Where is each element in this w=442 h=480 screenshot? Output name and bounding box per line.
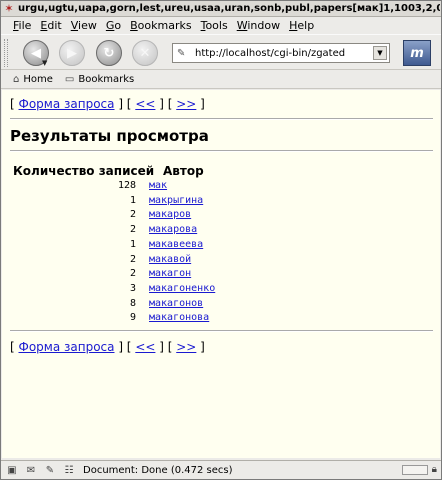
home-icon: ⌂	[13, 73, 20, 85]
menu-go[interactable]: Go	[106, 19, 121, 32]
table-row: 2 макаров	[2, 209, 440, 223]
home-label: Home	[23, 73, 53, 85]
page-content: [ Форма запроса ] [ << ] [ >> ] Результа…	[2, 90, 440, 458]
record-count: 8	[129, 297, 136, 309]
stop-button[interactable]: ✕	[132, 40, 158, 66]
bookmarks-button[interactable]: ▭ Bookmarks	[65, 74, 134, 85]
forward-button[interactable]: ▶	[59, 40, 85, 66]
table-row: 3 макагоненко	[2, 283, 440, 297]
next-page-link[interactable]: >>	[176, 97, 196, 111]
record-count: 2	[129, 268, 136, 280]
menu-bookmarks[interactable]: Bookmarks	[130, 19, 191, 32]
back-arrow-icon: ◀	[31, 45, 41, 61]
result-nav-bottom: [ Форма запроса ] [ << ] [ >> ]	[10, 340, 205, 354]
table-row: 128 мак	[2, 180, 440, 194]
table-row: 2 макавой	[2, 254, 440, 268]
next-page-link[interactable]: >>	[176, 340, 196, 354]
menu-tools[interactable]: Tools	[201, 19, 228, 32]
menu-edit[interactable]: Edit	[40, 19, 61, 32]
url-bar[interactable]: ✎ http://localhost/cgi-bin/zgated ▼	[172, 43, 390, 63]
table-row: 9 макагонова	[2, 312, 440, 326]
page-icon: ✎	[177, 47, 186, 59]
browser-window: ✶ urgu,ugtu,uapa,gorn,lest,ureu,usaa,ura…	[0, 0, 442, 480]
menu-view[interactable]: View	[71, 19, 97, 32]
column-header-count: Количество записей	[13, 164, 155, 178]
address-book-icon[interactable]: ☷	[61, 463, 77, 477]
query-form-link[interactable]: Форма запроса	[19, 97, 115, 111]
page-title: Результаты просмотра	[10, 127, 209, 145]
author-link[interactable]: макарова	[149, 224, 197, 235]
author-link[interactable]: макагон	[149, 268, 191, 279]
record-count: 1	[129, 194, 136, 206]
author-link[interactable]: макрыгина	[149, 195, 203, 206]
toolbar-grip[interactable]	[4, 39, 8, 67]
url-dropdown-button[interactable]: ▼	[373, 46, 387, 60]
security-lock-icon: 🔒︎	[431, 464, 437, 475]
folder-icon: ▭	[64, 73, 75, 85]
chevron-down-icon: ▼	[377, 49, 383, 57]
divider	[10, 118, 433, 120]
reload-button[interactable]: ↻	[96, 40, 122, 66]
record-count: 1	[129, 238, 136, 250]
status-bar: ▣ ✉ ✎ ☷ Document: Done (0.472 secs) 🔒︎	[1, 460, 441, 479]
window-title: urgu,ugtu,uapa,gorn,lest,ureu,usaa,uran,…	[18, 3, 440, 14]
record-count: 2	[129, 209, 136, 221]
table-row: 1 макрыгина	[2, 195, 440, 209]
menu-bar: File Edit View Go Bookmarks Tools Window…	[1, 17, 441, 34]
progress-bar	[401, 464, 428, 475]
table-row: 2 макарова	[2, 224, 440, 238]
author-link[interactable]: макагонова	[149, 312, 209, 323]
m-logo-icon[interactable]: m	[403, 40, 431, 66]
author-link[interactable]: макагоненко	[149, 283, 215, 294]
record-count: 9	[129, 312, 136, 324]
record-count: 3	[129, 282, 136, 294]
author-link[interactable]: макавой	[149, 254, 191, 265]
forward-arrow-icon: ▶	[67, 45, 77, 61]
record-count: 2	[129, 253, 136, 265]
back-dropdown-icon[interactable]: ▼	[42, 59, 47, 67]
status-text: Document: Done (0.472 secs)	[83, 464, 233, 476]
menu-window[interactable]: Window	[237, 19, 280, 32]
divider	[10, 330, 433, 332]
author-link[interactable]: макаров	[149, 209, 191, 220]
record-count: 2	[129, 224, 136, 236]
bookmarks-label: Bookmarks	[78, 73, 135, 85]
prev-page-link[interactable]: <<	[135, 97, 155, 111]
table-row: 2 макагон	[2, 268, 440, 282]
browser-icon[interactable]: ▣	[4, 463, 20, 477]
navigation-toolbar: ◀ ▼ ▶ ↻ ✕ ✎ http://localhost/cgi-bin/zga…	[1, 34, 441, 70]
result-nav-top: [ Форма запроса ] [ << ] [ >> ]	[10, 97, 205, 111]
author-link[interactable]: мак	[149, 180, 167, 191]
reload-icon: ↻	[103, 45, 115, 61]
author-link[interactable]: макавеева	[149, 239, 203, 250]
stop-icon: ✕	[139, 45, 151, 61]
author-link[interactable]: макагонов	[149, 298, 203, 309]
app-star-icon: ✶	[4, 1, 14, 15]
divider	[10, 150, 433, 152]
query-form-link[interactable]: Форма запроса	[19, 340, 115, 354]
prev-page-link[interactable]: <<	[135, 340, 155, 354]
record-count: 128	[117, 180, 136, 191]
composer-icon[interactable]: ✎	[42, 463, 58, 477]
menu-help[interactable]: Help	[289, 19, 314, 32]
home-button[interactable]: ⌂ Home	[13, 74, 53, 85]
personal-toolbar: ⌂ Home ▭ Bookmarks	[1, 70, 441, 89]
table-row: 1 макавеева	[2, 239, 440, 253]
table-row: 8 макагонов	[2, 298, 440, 312]
mail-icon[interactable]: ✉	[23, 463, 39, 477]
title-bar: ✶ urgu,ugtu,uapa,gorn,lest,ureu,usaa,ura…	[1, 1, 441, 17]
url-input[interactable]: http://localhost/cgi-bin/zgated	[191, 48, 373, 59]
menu-file[interactable]: File	[13, 19, 31, 32]
column-header-author: Автор	[163, 164, 204, 178]
status-right: 🔒︎	[401, 464, 437, 475]
